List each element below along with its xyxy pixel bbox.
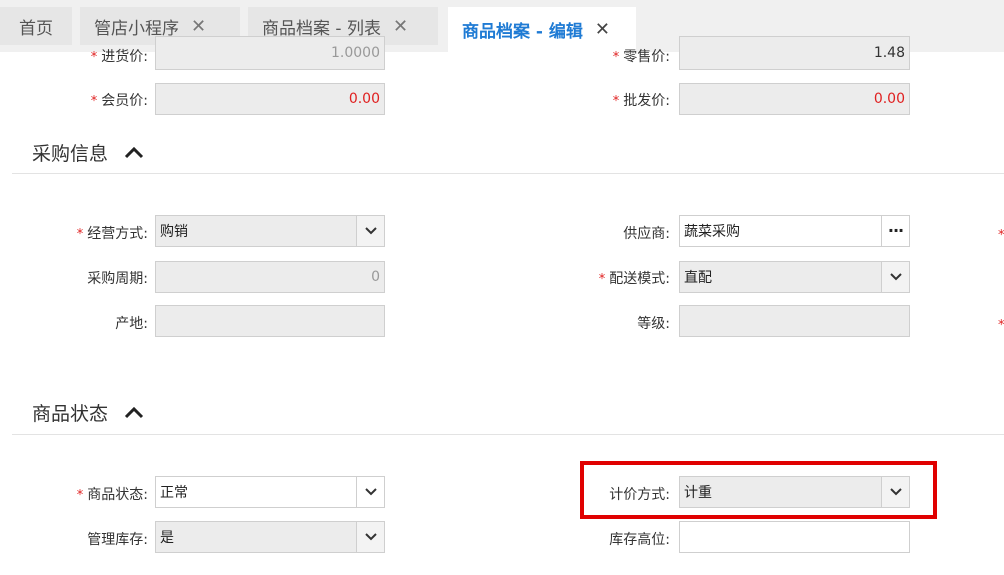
member-price-field[interactable]: 0.00 [155,83,385,115]
close-icon[interactable]: ✕ [595,19,610,40]
tab-label: 首页 [19,18,53,39]
manage-stock-label: 管理库存: [60,529,148,549]
purchase-section-header[interactable]: 采购信息 [32,139,144,166]
required-mark: * [90,50,98,65]
chevron-down-icon[interactable] [356,477,384,507]
highlight-box [580,461,937,519]
status-section-header[interactable]: 商品状态 [32,399,144,426]
stock-max-field[interactable] [679,521,910,553]
field-value: 1.48 [873,45,905,61]
chevron-down-icon[interactable] [356,522,384,552]
label-text: 进货价: [101,49,148,65]
label-text: 管理库存: [87,532,148,548]
member-price-label: * 会员价: [60,90,148,110]
section-title: 商品状态 [32,403,109,425]
supplier-label: 供应商: [580,223,670,243]
required-mark: * [612,94,620,109]
field-value: 直配 [684,270,712,286]
purchase-price-label: * 进货价: [60,46,148,66]
field-value: 是 [160,530,174,546]
grade-field[interactable] [679,305,910,337]
label-text: 配送模式: [609,271,670,287]
chevron-down-icon[interactable] [881,262,909,292]
delivery-mode-select[interactable]: 直配 [679,261,910,293]
required-mark: * [998,228,1004,243]
label-text: 商品状态: [87,487,148,503]
delivery-mode-label: * 配送模式: [580,268,670,288]
field-value: 0.00 [873,91,905,107]
business-mode-select[interactable]: 购销 [155,215,385,247]
grade-label: 等级: [580,313,670,333]
required-mark: * [76,227,84,242]
required-mark: * [76,488,84,503]
tab-label: 管店小程序 [94,18,179,39]
label-text: 库存高位: [609,532,670,548]
close-icon[interactable]: ✕ [393,16,408,37]
retail-price-field[interactable]: 1.48 [679,36,910,70]
section-divider [12,173,1004,174]
close-icon[interactable]: ✕ [191,16,206,37]
chevron-up-icon[interactable] [124,146,144,159]
label-text: 会员价: [101,93,148,109]
tab-label: 商品档案 - 编辑 [462,22,583,42]
section-title: 采购信息 [32,143,109,165]
business-mode-label: * 经营方式: [60,223,148,243]
required-mark: * [998,318,1004,333]
field-value: 正常 [160,485,188,501]
label-text: 采购周期: [87,271,148,287]
purchase-cycle-field[interactable]: 0 [155,261,385,293]
field-value: 1.0000 [331,45,380,61]
purchase-cycle-label: 采购周期: [60,268,148,288]
stock-max-label: 库存高位: [580,529,670,549]
product-status-label: * 商品状态: [60,484,148,504]
label-text: 等级: [637,316,670,332]
chevron-up-icon[interactable] [124,406,144,419]
origin-field[interactable] [155,305,385,337]
tab-bar-top-strip [0,0,1004,7]
field-value: 0.00 [348,91,380,107]
field-value: 0 [371,269,380,285]
label-text: 经营方式: [87,226,148,242]
wholesale-price-label: * 批发价: [580,90,670,110]
field-value: 购销 [160,224,188,240]
purchase-price-field[interactable]: 1.0000 [155,36,385,70]
field-value: 蔬菜采购 [684,224,740,240]
more-icon[interactable]: ··· [881,216,909,246]
chevron-down-icon[interactable] [356,216,384,246]
label-text: 供应商: [623,226,670,242]
product-status-select[interactable]: 正常 [155,476,385,508]
wholesale-price-field[interactable]: 0.00 [679,83,910,115]
origin-label: 产地: [60,313,148,333]
required-mark: * [90,94,98,109]
tab-label: 商品档案 - 列表 [262,18,381,39]
tab-home[interactable]: 首页 [0,7,72,45]
required-mark: * [598,272,606,287]
manage-stock-select[interactable]: 是 [155,521,385,553]
required-mark: * [612,50,620,65]
supplier-field[interactable]: 蔬菜采购 ··· [679,215,910,247]
label-text: 零售价: [623,49,670,65]
retail-price-label: * 零售价: [580,46,670,66]
section-divider [12,434,1004,435]
label-text: 批发价: [623,93,670,109]
label-text: 产地: [115,316,148,332]
